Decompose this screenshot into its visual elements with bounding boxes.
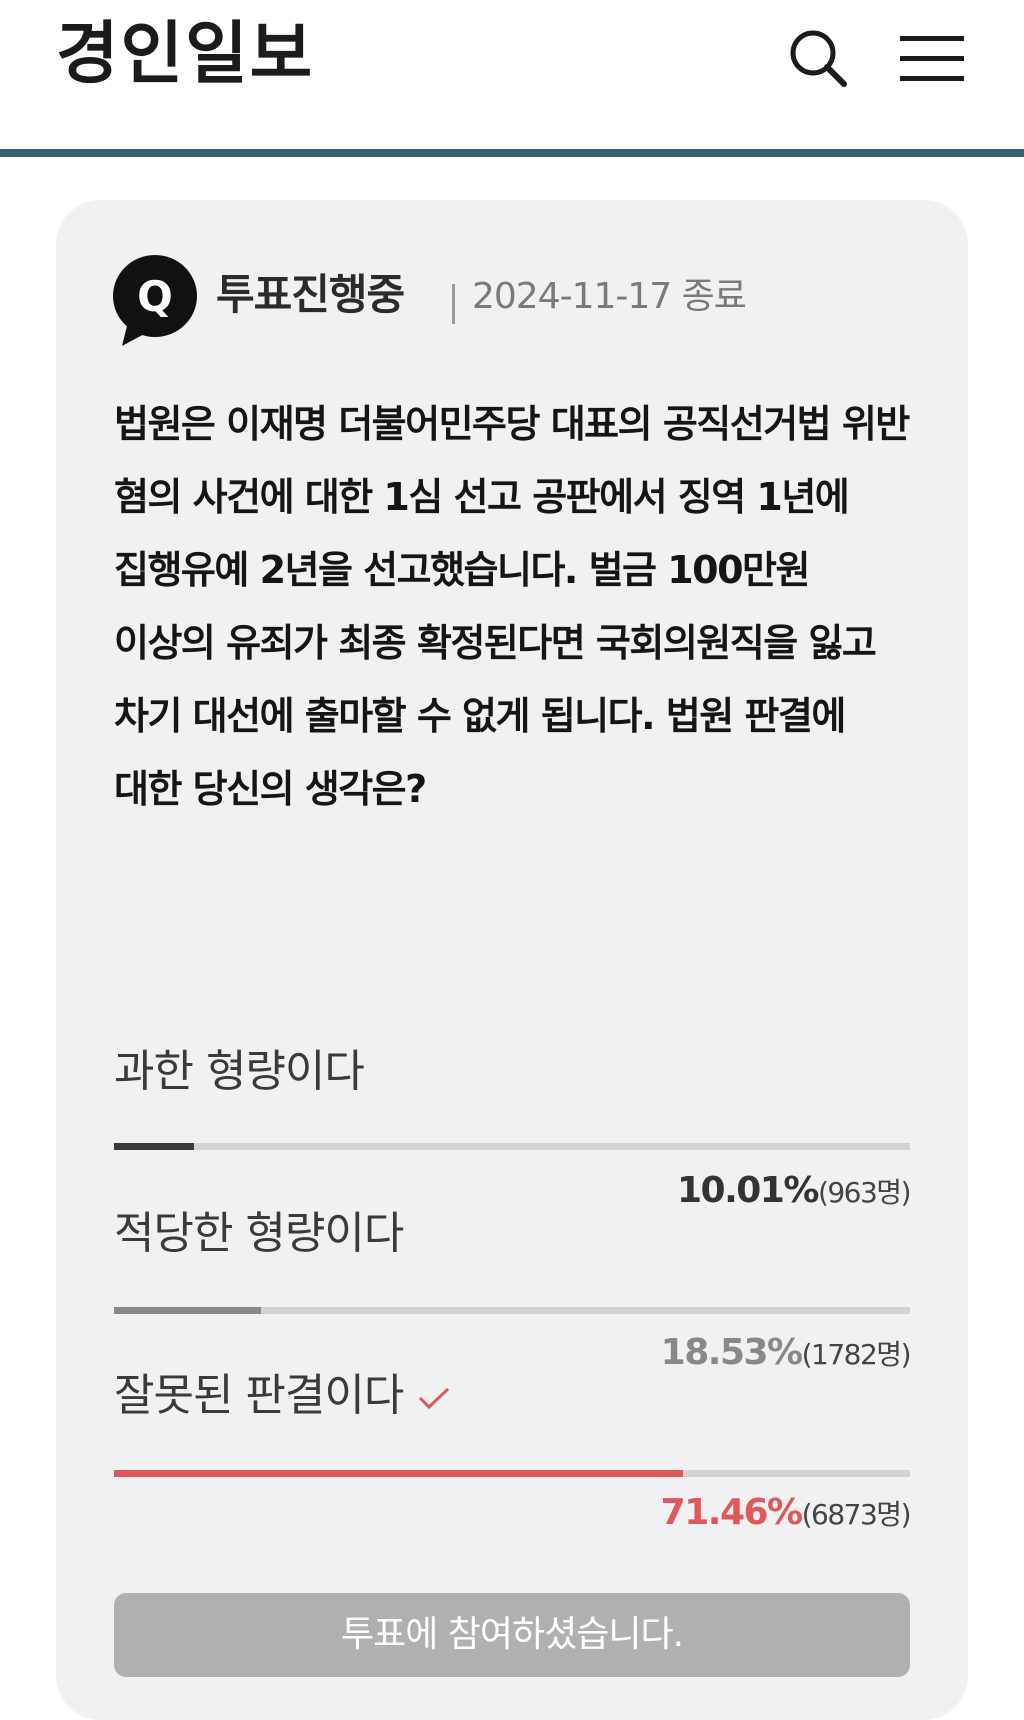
result-2: 18.53%(1782명) — [660, 1332, 912, 1373]
result-percent: 10.01% — [676, 1170, 819, 1211]
option-label: 적당한 형량이다 — [114, 1208, 404, 1259]
poll-status: 투표진행중 — [216, 270, 405, 319]
result-bar-fill — [114, 1143, 194, 1150]
hamburger-menu-icon — [900, 36, 964, 81]
search-icon — [790, 30, 847, 87]
vote-submitted-button[interactable]: 투표에 참여하셨습니다. — [114, 1593, 910, 1677]
speech-bubble-icon: Q — [113, 255, 197, 346]
result-1: 10.01%(963명) — [676, 1170, 912, 1211]
result-3: 71.46%(6873명) — [660, 1492, 912, 1533]
result-count: (6873명) — [801, 1498, 912, 1531]
result-bar-fill — [114, 1470, 683, 1477]
header-divider — [0, 149, 1024, 157]
badge-letter: Q — [137, 272, 173, 321]
status-separator — [452, 284, 455, 324]
poll-end-date: 2024-11-17 종료 — [472, 276, 747, 317]
check-icon — [419, 1387, 450, 1410]
option-label: 과한 형량이다 — [114, 1046, 365, 1097]
poll-question: 법원은 이재명 더불어민주당 대표의 공직선거법 위반 혐의 사건에 대한 1심… — [114, 402, 910, 811]
site-logo[interactable]: 경인일보 — [56, 12, 314, 96]
menu-button[interactable] — [900, 30, 964, 86]
result-bar-3 — [114, 1470, 910, 1477]
result-count: (1782명) — [801, 1338, 912, 1371]
search-button[interactable] — [786, 26, 850, 90]
result-bar-1 — [114, 1143, 910, 1150]
option-label: 잘못된 판결이다 — [114, 1370, 404, 1421]
result-bar-2 — [114, 1307, 910, 1314]
poll-option-1[interactable]: 과한 형량이다 — [114, 1042, 365, 1102]
result-percent: 71.46% — [660, 1492, 803, 1533]
poll-option-2[interactable]: 적당한 형량이다 — [114, 1204, 404, 1264]
result-percent: 18.53% — [660, 1332, 803, 1373]
q-badge: Q — [112, 254, 198, 346]
result-count: (963명) — [817, 1176, 912, 1209]
poll-option-3[interactable]: 잘못된 판결이다 — [114, 1366, 451, 1426]
poll-card: Q 투표진행중 2024-11-17 종료 법원은 이재명 더불어민주당 대표의… — [56, 200, 968, 1720]
site-header: 경인일보 — [0, 0, 1024, 150]
result-bar-fill — [114, 1307, 262, 1314]
